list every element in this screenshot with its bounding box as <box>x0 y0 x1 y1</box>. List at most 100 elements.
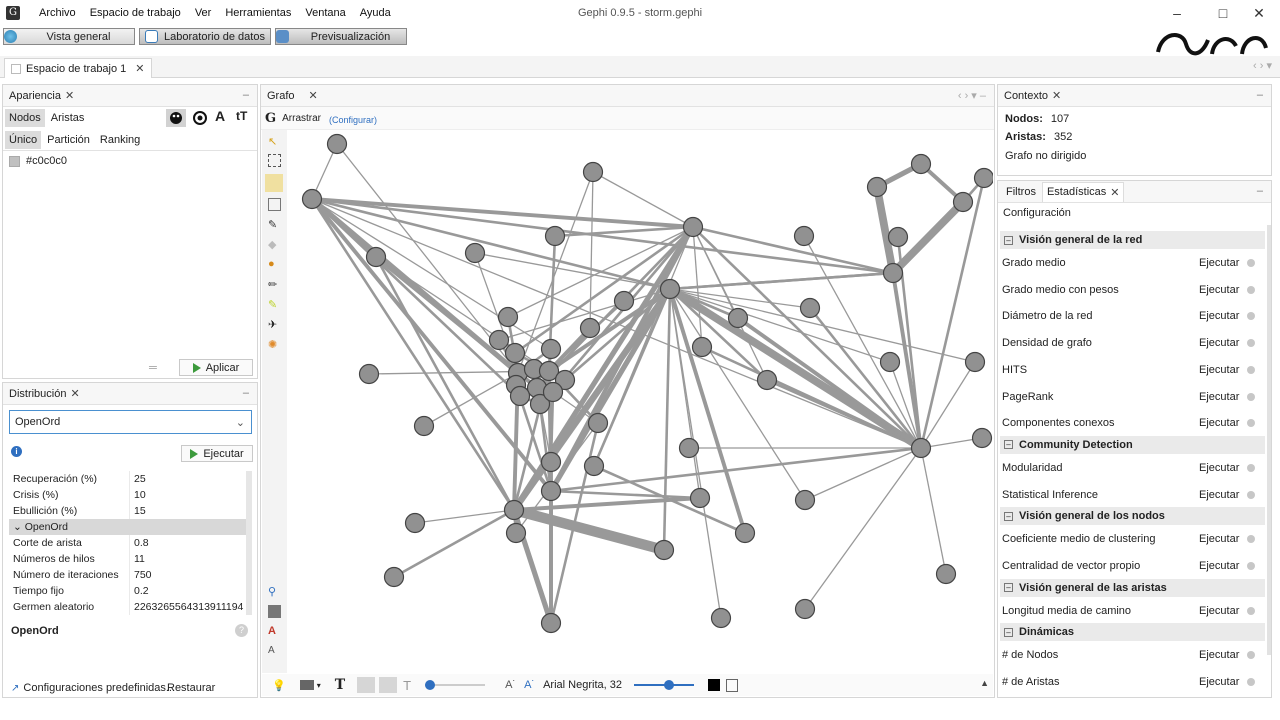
graph-node[interactable] <box>710 607 732 629</box>
edge-toggle-icon[interactable] <box>357 677 376 693</box>
graph-node[interactable] <box>509 385 531 407</box>
tab-filters[interactable]: Filtros <box>1004 186 1042 198</box>
statistic-info-icon[interactable] <box>1247 392 1255 401</box>
text-size-icon[interactable]: A <box>268 645 281 658</box>
slider-thumb[interactable] <box>663 680 674 690</box>
tab-unique[interactable]: Único <box>5 130 42 149</box>
graph-node[interactable] <box>935 563 957 585</box>
run-statistic-button[interactable]: Ejecutar <box>1199 284 1247 296</box>
collapse-icon[interactable]: – <box>1004 511 1013 521</box>
help-icon[interactable]: ? <box>235 624 248 637</box>
overview-mode-button[interactable]: Vista general <box>3 28 135 45</box>
graph-node[interactable] <box>497 306 519 328</box>
drag-mode-icon[interactable]: G <box>265 111 276 126</box>
graph-node[interactable] <box>579 317 601 339</box>
close-layout-icon[interactable]: ✕ <box>70 387 79 400</box>
graph-node[interactable] <box>756 369 778 391</box>
property-value[interactable]: 11 <box>129 551 247 567</box>
screenshot-icon[interactable] <box>268 605 281 618</box>
size-icon[interactable] <box>191 109 209 130</box>
font-size-down-icon[interactable]: A˙ <box>505 679 516 691</box>
statistic-info-icon[interactable] <box>1247 606 1255 615</box>
stats-section-header[interactable]: – Visión general de los nodos <box>1000 507 1265 526</box>
graph-node[interactable] <box>301 188 323 210</box>
graph-node[interactable] <box>866 176 888 198</box>
close-workspace-icon[interactable]: ✕ <box>135 62 144 75</box>
stats-section-header[interactable]: – Community Detection <box>1000 435 1265 454</box>
graph-node[interactable] <box>910 153 932 175</box>
graph-node[interactable] <box>542 381 564 403</box>
graph-node[interactable] <box>464 242 486 264</box>
graph-node[interactable] <box>971 427 993 449</box>
background-color-icon[interactable] <box>299 680 314 690</box>
graph-node[interactable] <box>413 415 435 437</box>
graph-node[interactable] <box>358 363 380 385</box>
statistic-info-icon[interactable] <box>1247 651 1255 660</box>
expand-icon[interactable]: ▲ <box>980 678 989 688</box>
graph-node[interactable] <box>383 566 405 588</box>
statistic-info-icon[interactable] <box>1247 419 1255 428</box>
run-statistic-button[interactable]: Ejecutar <box>1199 310 1247 322</box>
graph-node[interactable] <box>582 161 604 183</box>
presets-link[interactable]: ↗ Configuraciones predefinidas... <box>11 682 175 694</box>
workspace-nav-arrows[interactable]: ‹ › ▾ <box>1253 59 1272 72</box>
graph-node[interactable] <box>689 487 711 509</box>
graph-node[interactable] <box>365 246 387 268</box>
graph-node[interactable] <box>734 522 756 544</box>
edge-pencil-icon[interactable]: ✎ <box>268 298 281 311</box>
menu-ayuda[interactable]: Ayuda <box>353 0 398 26</box>
layout-algorithm-select[interactable]: OpenOrd ⌄ <box>9 410 252 434</box>
run-statistic-button[interactable]: Ejecutar <box>1199 364 1247 376</box>
color-swatch[interactable] <box>9 155 20 167</box>
graph-node[interactable] <box>799 297 821 319</box>
apply-button[interactable]: Aplicar <box>179 359 253 376</box>
property-row[interactable]: Número de iteraciones 750 <box>9 567 247 583</box>
graph-node[interactable] <box>504 342 526 364</box>
graph-node[interactable] <box>887 226 909 248</box>
graph-node[interactable] <box>505 522 527 544</box>
statistic-info-icon[interactable] <box>1247 562 1255 570</box>
property-row[interactable]: Crisis (%) 10 <box>9 487 247 503</box>
property-value[interactable]: 2263265564313911194 <box>129 599 247 615</box>
properties-scrollbar[interactable] <box>246 471 252 615</box>
workspace-tab[interactable]: Espacio de trabajo 1 ✕ <box>4 58 152 78</box>
statistic-info-icon[interactable] <box>1247 285 1255 294</box>
property-group-header[interactable]: ⌄ OpenOrd <box>9 519 247 535</box>
run-statistic-button[interactable]: Ejecutar <box>1199 533 1247 545</box>
statistics-settings-link[interactable]: Configuración <box>1003 207 1071 219</box>
close-graph-icon[interactable]: ✕ <box>309 89 318 102</box>
graph-node[interactable] <box>583 455 605 477</box>
graph-node[interactable] <box>793 225 815 247</box>
label-format-icon[interactable]: T <box>403 678 411 693</box>
graph-node[interactable] <box>659 278 681 300</box>
zoom-icon[interactable]: ⚲ <box>268 585 281 598</box>
property-value[interactable]: 25 <box>129 471 247 487</box>
run-statistic-button[interactable]: Ejecutar <box>1199 605 1247 617</box>
graph-node[interactable] <box>540 480 562 502</box>
stats-section-header[interactable]: – Visión general de las aristas <box>1000 578 1265 597</box>
menu-herramientas[interactable]: Herramientas <box>218 0 298 26</box>
statistics-scrollbar[interactable] <box>1267 225 1271 655</box>
pencil-icon[interactable]: ✏ <box>268 278 281 291</box>
minimize-appearance-icon[interactable]: – <box>243 89 249 101</box>
statistic-info-icon[interactable] <box>1247 678 1255 687</box>
graph-node[interactable] <box>910 437 932 459</box>
graph-node[interactable] <box>973 167 994 189</box>
close-appearance-icon[interactable]: ✕ <box>65 89 74 102</box>
minimize-layout-icon[interactable]: – <box>243 387 249 399</box>
graph-node[interactable] <box>794 489 816 511</box>
preview-mode-button[interactable]: Previsualización <box>275 28 407 45</box>
graph-node[interactable] <box>678 437 700 459</box>
graph-node[interactable] <box>964 351 986 373</box>
stats-section-header[interactable]: – Dinámicas <box>1000 623 1265 642</box>
font-size-up-icon[interactable]: A˙ <box>524 679 535 691</box>
run-statistic-button[interactable]: Ejecutar <box>1199 257 1247 269</box>
statistic-info-icon[interactable] <box>1247 463 1255 472</box>
graph-node[interactable] <box>691 336 713 358</box>
graph-node[interactable] <box>503 499 525 521</box>
graph-node[interactable] <box>682 216 704 238</box>
tab-partition[interactable]: Partición <box>43 131 94 149</box>
tab-ranking[interactable]: Ranking <box>96 131 144 149</box>
label-size-slider[interactable] <box>633 680 694 690</box>
close-statistics-icon[interactable]: ✕ <box>1110 186 1119 199</box>
